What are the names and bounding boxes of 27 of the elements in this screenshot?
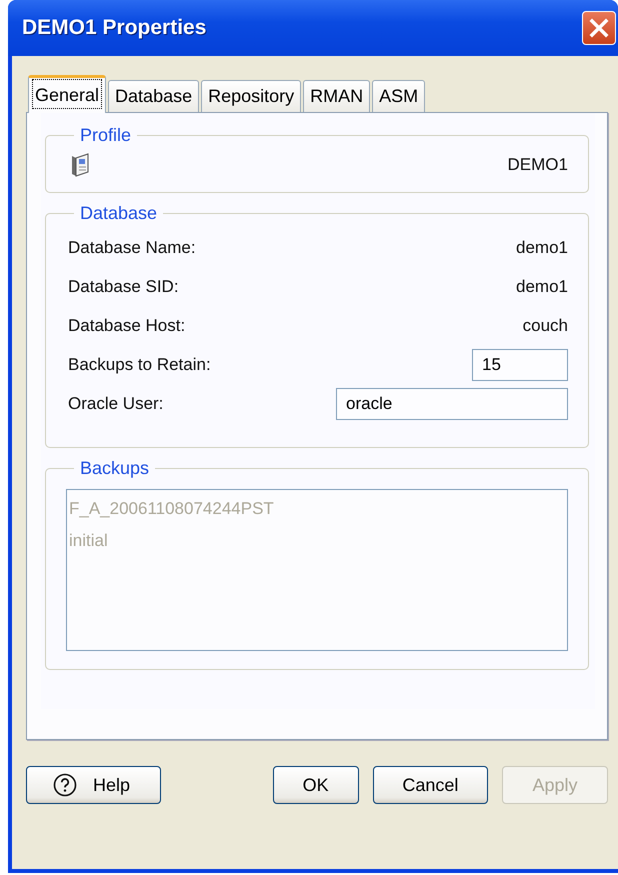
tab[interactable]: ASM (372, 80, 426, 112)
group-title: Backups (79, 458, 150, 479)
group-title: Database (79, 203, 158, 224)
close-icon (588, 17, 610, 39)
field-value: demo1 (516, 276, 568, 296)
group-title: Profile (79, 125, 132, 146)
field-label: Backups to Retain: (68, 354, 211, 374)
dialog-button[interactable]: Cancel (372, 766, 488, 804)
field-value: demo1 (516, 238, 568, 258)
input-field[interactable]: 15 (472, 348, 568, 380)
tab[interactable]: RMAN (303, 80, 370, 112)
field-label: Oracle User: (68, 394, 164, 414)
tab[interactable]: General (28, 75, 106, 113)
help-button[interactable]: Help (26, 766, 161, 804)
field-value: couch (522, 316, 568, 336)
tab[interactable]: Database (108, 80, 200, 112)
field-label: Database Host: (68, 316, 186, 336)
field-label: Database Name: (68, 238, 196, 258)
profile-name: DEMO1 (508, 155, 568, 175)
close-button[interactable] (582, 11, 616, 45)
input-field[interactable]: oracle (336, 388, 568, 420)
dialog-button[interactable]: OK (272, 766, 359, 804)
tab[interactable]: Repository (201, 80, 302, 112)
document-icon (70, 152, 90, 178)
window-title: DEMO1 Properties (22, 16, 206, 40)
help-icon (53, 773, 77, 797)
field-label: Database SID: (68, 276, 179, 296)
